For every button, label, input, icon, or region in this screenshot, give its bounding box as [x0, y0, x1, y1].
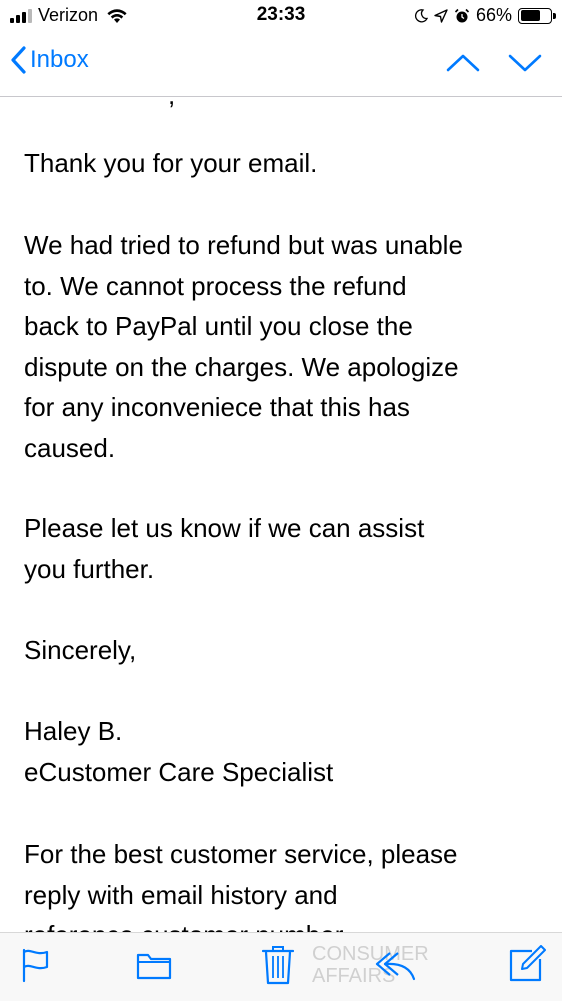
clipped-text-line: ,	[168, 97, 175, 116]
folder-icon[interactable]	[136, 951, 172, 981]
battery-percent: 66%	[475, 5, 512, 25]
chevron-down-icon[interactable]	[508, 48, 542, 78]
location-icon	[434, 8, 448, 23]
signature-title: eCustomer Care Specialist	[24, 756, 334, 787]
service-paragraph: For the best customer service, please re…	[24, 839, 458, 932]
signature: Haley B. eCustomer Care Specialist	[24, 711, 544, 792]
bottom-toolbar: CONSUMER AFFAIRS	[0, 932, 562, 1001]
greeting-line: Thank you for your email.	[24, 148, 318, 178]
closing-line: Sincerely,	[24, 635, 137, 665]
flag-icon[interactable]	[20, 947, 52, 983]
assist-paragraph: Please let us know if we can assist you …	[24, 513, 425, 584]
chevron-up-icon[interactable]	[446, 48, 480, 78]
battery-icon	[518, 7, 556, 24]
chevron-left-icon	[11, 46, 26, 74]
battery-level	[520, 10, 540, 21]
compose-icon[interactable]	[508, 945, 546, 983]
nav-bar: Inbox	[0, 34, 562, 97]
signature-name: Haley B.	[24, 716, 123, 746]
status-bar: Verizon 23:33 66%	[0, 0, 562, 34]
trash-icon[interactable]	[262, 945, 294, 985]
message-navigation	[446, 48, 542, 78]
refund-paragraph: We had tried to refund but was unable to…	[24, 230, 463, 463]
status-right: 66%	[414, 5, 556, 26]
back-label: Inbox	[30, 46, 89, 73]
email-body: , Thank you for your email. We had tried…	[0, 97, 562, 932]
alarm-icon	[454, 8, 470, 22]
back-to-inbox-button[interactable]: Inbox	[10, 46, 89, 74]
reply-icon[interactable]	[374, 951, 416, 981]
moon-icon	[414, 8, 428, 22]
